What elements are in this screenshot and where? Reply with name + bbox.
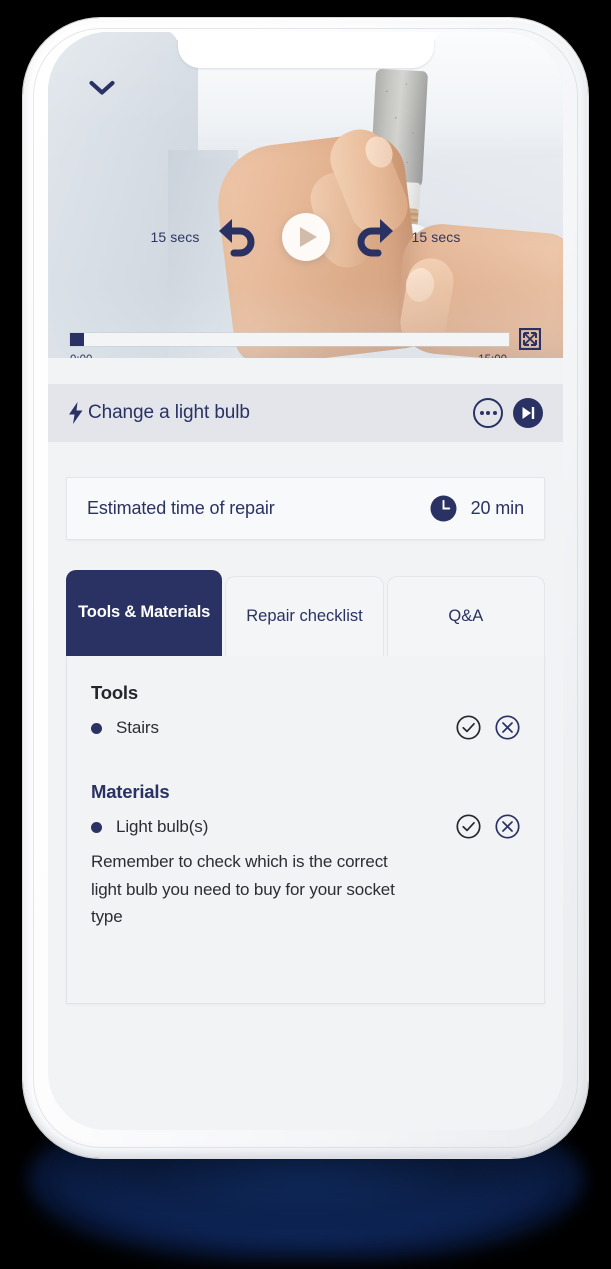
bullet-icon: [91, 722, 102, 734]
video-title-bar: Change a light bulb: [48, 384, 563, 442]
tab-label: Tools & Materials: [78, 603, 211, 622]
check-circle-icon[interactable]: [456, 814, 481, 844]
estimated-time-card: Estimated time of repair 20 min: [66, 477, 545, 540]
phone-screen: 15 secs 15 secs Change a light bulb Esti…: [48, 32, 563, 1130]
tool-name: Stairs: [116, 718, 159, 737]
rewind-15-button[interactable]: [212, 211, 264, 263]
current-time-label: 0:00: [70, 354, 92, 358]
estimated-time-label: Estimated time of repair: [87, 498, 275, 518]
check-circle-icon[interactable]: [456, 715, 481, 745]
x-circle-icon[interactable]: [495, 715, 520, 745]
x-circle-icon[interactable]: [495, 814, 520, 844]
video-player[interactable]: 15 secs 15 secs: [48, 32, 563, 358]
screenshot-stage: 15 secs 15 secs Change a light bulb Esti…: [0, 0, 611, 1269]
play-icon: [299, 227, 317, 247]
more-dot: [479, 411, 484, 415]
tab-qa[interactable]: Q&A: [386, 576, 545, 656]
bullet-icon: [91, 821, 102, 833]
forward-15-button[interactable]: [348, 211, 400, 263]
phone-notch: [177, 32, 434, 68]
skip-next-icon: [522, 407, 535, 419]
fullscreen-button[interactable]: [519, 328, 541, 350]
collapse-player-button[interactable]: [82, 72, 122, 104]
progress-thumb[interactable]: [70, 332, 84, 346]
total-time-label: 15:00: [478, 354, 507, 358]
lightning-bolt-icon: [68, 402, 86, 424]
rewind-15-icon: [218, 219, 254, 257]
video-progress-area: 0:00 15:00: [70, 328, 541, 358]
tab-label: Q&A: [448, 606, 484, 625]
phone-device: 15 secs 15 secs Change a light bulb Esti…: [23, 18, 588, 1158]
skip-next-button[interactable]: [513, 398, 543, 428]
more-options-button[interactable]: [473, 398, 503, 428]
list-item: Light bulb(s): [91, 813, 520, 844]
tab-tools-materials[interactable]: Tools & Materials: [66, 570, 223, 656]
page-content: Estimated time of repair 20 min Tools & …: [48, 442, 563, 1130]
tab-label: Repair checklist: [246, 606, 363, 625]
tab-panel-tools-materials: Tools Stairs Materials Light bulb(s) Rem…: [66, 656, 545, 1004]
rewind-seconds-label: 15 secs: [150, 229, 200, 245]
item-actions: [456, 813, 520, 844]
material-name: Light bulb(s): [116, 817, 209, 836]
tab-repair-checklist[interactable]: Repair checklist: [225, 576, 384, 656]
video-title: Change a light bulb: [88, 402, 250, 423]
material-note: Remember to check which is the correct l…: [91, 852, 395, 927]
forward-15-icon: [357, 219, 393, 257]
item-actions: [456, 714, 520, 745]
video-center-controls: 15 secs 15 secs: [48, 192, 563, 282]
play-button[interactable]: [281, 213, 330, 261]
clock-icon: [430, 495, 457, 522]
more-dot: [492, 411, 497, 415]
fullscreen-icon: [519, 328, 541, 350]
chevron-down-icon: [89, 80, 115, 95]
tab-bar: Tools & Materials Repair checklist Q&A: [66, 570, 545, 656]
materials-heading: Materials: [91, 781, 170, 802]
estimated-time-value: 20 min: [470, 498, 525, 518]
progress-scrubber[interactable]: [70, 332, 509, 346]
more-dot: [486, 411, 490, 415]
tools-heading: Tools: [91, 682, 138, 703]
forward-seconds-label: 15 secs: [411, 229, 461, 245]
list-item: Stairs: [91, 714, 520, 745]
